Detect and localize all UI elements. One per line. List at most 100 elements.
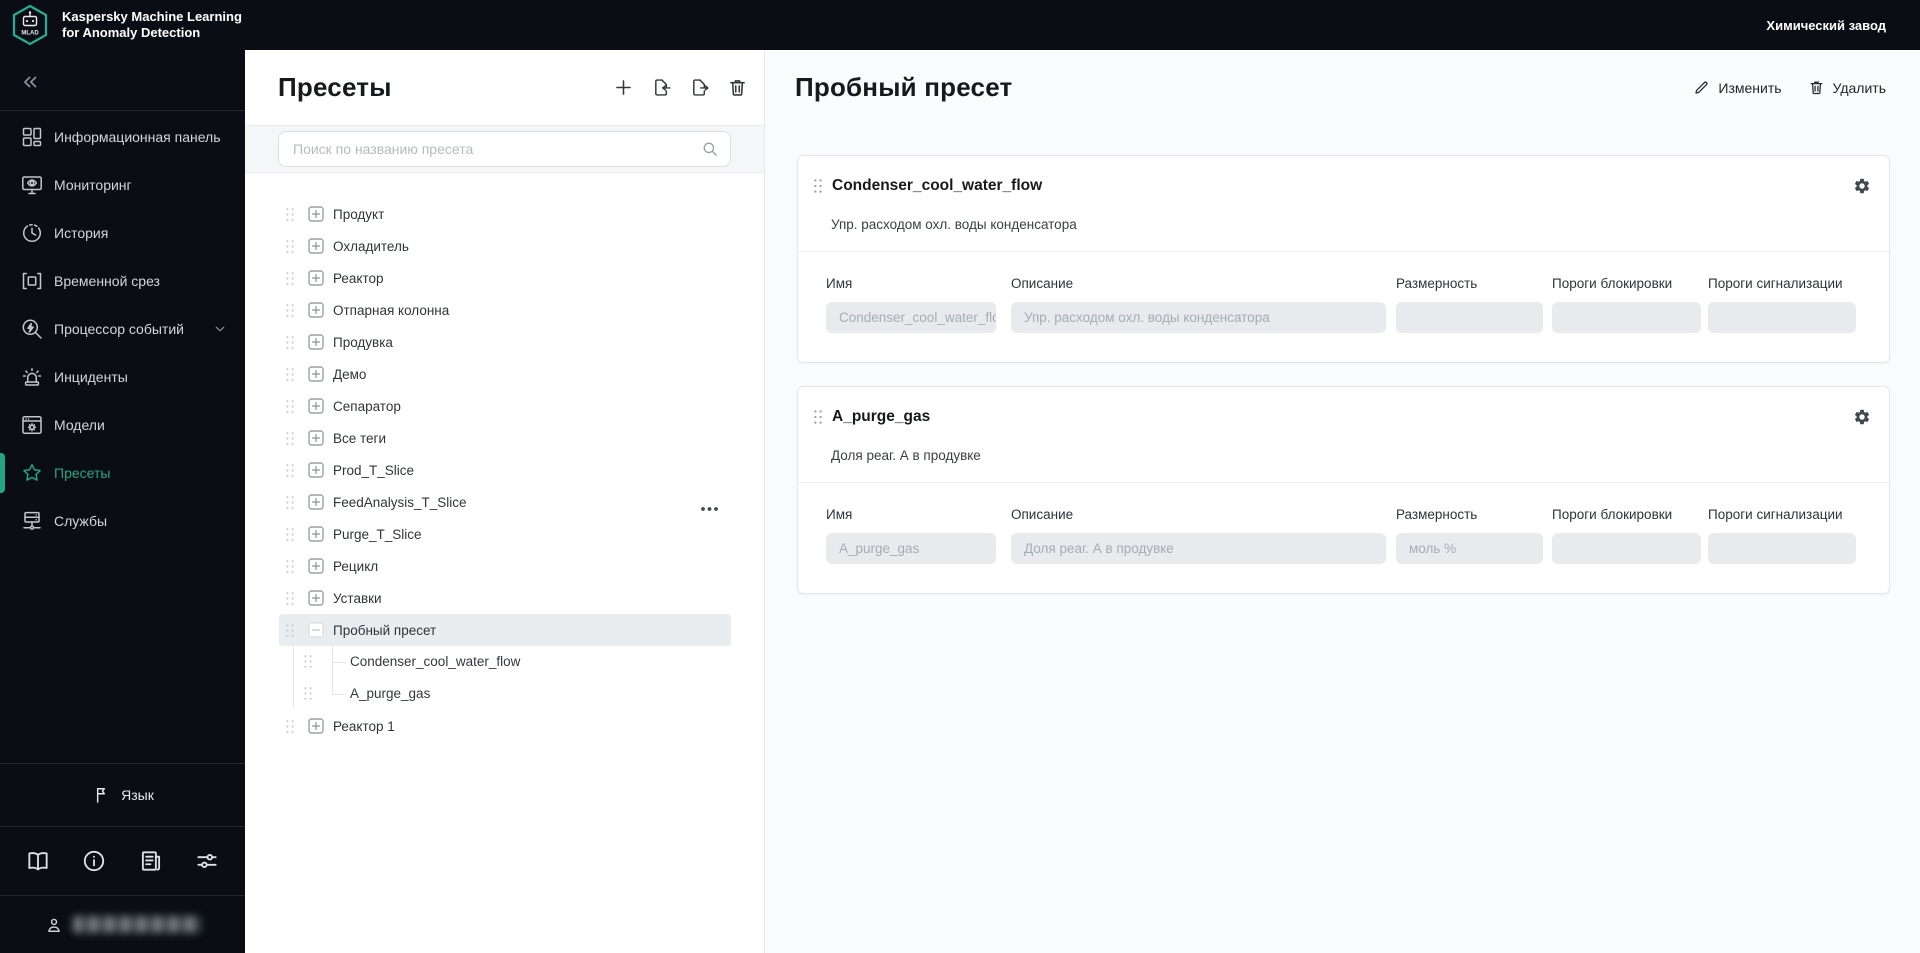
readonly-field: [1552, 533, 1701, 564]
tree-item-label: Все теги: [333, 430, 387, 446]
add-preset-button[interactable]: [613, 77, 634, 98]
drag-handle-icon[interactable]: [813, 178, 823, 194]
tree-item[interactable]: Реактор: [279, 262, 731, 294]
expand-icon[interactable]: [308, 334, 324, 350]
drag-handle-icon[interactable]: [285, 399, 295, 414]
expand-icon[interactable]: [308, 718, 324, 734]
main-header: Пробный пресет Изменить Удалить: [765, 50, 1920, 125]
tree-item[interactable]: Демо: [279, 358, 731, 390]
tree-item[interactable]: Охладитель: [279, 230, 731, 262]
user-email-redacted: [73, 916, 201, 933]
expand-icon[interactable]: [308, 238, 324, 254]
collapse-icon[interactable]: [308, 622, 324, 638]
drag-handle-icon[interactable]: [285, 431, 295, 446]
tree-item[interactable]: Отпарная колонна: [279, 294, 731, 326]
tree-item[interactable]: Продувка: [279, 326, 731, 358]
svg-text:MLAD: MLAD: [21, 31, 39, 37]
import-preset-button[interactable]: [651, 77, 672, 98]
field-column: Описание Упр. расходом охл. воды конденса…: [1011, 276, 1386, 333]
expand-icon[interactable]: [308, 590, 324, 606]
sidebar-item-dashboard[interactable]: Информационная панель: [0, 113, 245, 161]
drag-handle-icon[interactable]: [285, 303, 295, 318]
readonly-field: Доля реаг. А в продувке: [1011, 533, 1386, 564]
presets-actions: [613, 77, 748, 98]
language-button[interactable]: Язык: [0, 763, 245, 826]
tree-item[interactable]: Purge_T_Slice: [279, 518, 731, 550]
drag-handle-icon[interactable]: [303, 654, 313, 669]
incidents-icon: [22, 368, 42, 386]
preset-search-input[interactable]: [279, 132, 730, 166]
drag-handle-icon[interactable]: [285, 335, 295, 350]
expand-icon[interactable]: [308, 430, 324, 446]
preset-tree: Продукт Охладитель Реактор Отпарная коло…: [245, 173, 764, 953]
sidebar-item-event-processor[interactable]: Процессор событий: [0, 305, 245, 353]
expand-icon[interactable]: [308, 462, 324, 478]
sidebar-item-time-slice[interactable]: Временной срез: [0, 257, 245, 305]
expand-icon[interactable]: [308, 366, 324, 382]
drag-handle-icon[interactable]: [285, 591, 295, 606]
expand-icon[interactable]: [308, 558, 324, 574]
tune-icon: [197, 854, 217, 868]
tree-item[interactable]: Реактор 1: [279, 710, 731, 742]
sidebar-nav: Информационная панель Мониторинг История Вр…: [0, 111, 245, 545]
about-button[interactable]: [81, 848, 107, 874]
tag-description: Упр. расходом охл. воды конденсатора: [831, 217, 1077, 232]
tree-item[interactable]: Prod_T_Slice: [279, 454, 731, 486]
news-icon: [141, 851, 160, 871]
drag-handle-icon[interactable]: [813, 409, 823, 425]
tree-item[interactable]: Уставки: [279, 582, 731, 614]
tree-item[interactable]: Сепаратор: [279, 390, 731, 422]
sidebar-item-label: Процессор событий: [54, 321, 184, 337]
drag-handle-icon[interactable]: [285, 623, 295, 638]
tag-settings-button[interactable]: [1853, 408, 1871, 426]
tag-name: Condenser_cool_water_flow: [832, 177, 1043, 194]
row-more-menu-icon[interactable]: [700, 499, 719, 511]
delete-preset-button[interactable]: [727, 77, 748, 98]
sidebar-item-models[interactable]: Модели: [0, 401, 245, 449]
language-label: Язык: [121, 787, 154, 803]
drag-handle-icon[interactable]: [285, 207, 295, 222]
tree-item[interactable]: Рецикл: [279, 550, 731, 582]
tree-child-item[interactable]: Condenser_cool_water_flow: [245, 646, 764, 678]
expand-icon[interactable]: [308, 206, 324, 222]
column-label: Пороги сигнализации: [1708, 507, 1843, 522]
plus-icon: [616, 80, 631, 95]
mlad-logo-icon: MLAD: [12, 4, 48, 46]
tree-item[interactable]: Все теги: [279, 422, 731, 454]
tree-item[interactable]: Пробный пресет: [279, 614, 731, 646]
sidebar-item-monitoring[interactable]: Мониторинг: [0, 161, 245, 209]
readonly-field: A_purge_gas: [826, 533, 996, 564]
edit-preset-button[interactable]: Изменить: [1693, 79, 1782, 96]
tree-item[interactable]: Продукт: [279, 198, 731, 230]
drag-handle-icon[interactable]: [285, 495, 295, 510]
drag-handle-icon[interactable]: [285, 527, 295, 542]
tree-child-item[interactable]: A_purge_gas: [245, 678, 764, 710]
documentation-button[interactable]: [25, 848, 51, 874]
sidebar-collapse-button[interactable]: [8, 62, 52, 102]
expand-icon[interactable]: [308, 302, 324, 318]
tag-settings-button[interactable]: [1853, 177, 1871, 195]
monitoring-icon: [22, 176, 42, 195]
drag-handle-icon[interactable]: [285, 239, 295, 254]
settings-button[interactable]: [194, 848, 220, 874]
expand-icon[interactable]: [308, 494, 324, 510]
drag-handle-icon[interactable]: [285, 719, 295, 734]
sidebar-item-history[interactable]: История: [0, 209, 245, 257]
tree-item[interactable]: FeedAnalysis_T_Slice: [279, 486, 731, 518]
sidebar-item-incidents[interactable]: Инциденты: [0, 353, 245, 401]
expand-icon[interactable]: [308, 526, 324, 542]
drag-handle-icon[interactable]: [285, 463, 295, 478]
drag-handle-icon[interactable]: [285, 367, 295, 382]
sidebar-item-services[interactable]: Службы: [0, 497, 245, 545]
delete-preset-page-button[interactable]: Удалить: [1808, 79, 1886, 96]
sidebar-item-presets[interactable]: Пресеты: [0, 449, 245, 497]
tree-child-label: Condenser_cool_water_flow: [350, 654, 521, 669]
drag-handle-icon[interactable]: [285, 559, 295, 574]
export-preset-button[interactable]: [689, 77, 710, 98]
user-account[interactable]: [0, 895, 245, 953]
drag-handle-icon[interactable]: [303, 686, 313, 701]
expand-icon[interactable]: [308, 398, 324, 414]
expand-icon[interactable]: [308, 270, 324, 286]
drag-handle-icon[interactable]: [285, 271, 295, 286]
news-button[interactable]: [138, 848, 164, 874]
